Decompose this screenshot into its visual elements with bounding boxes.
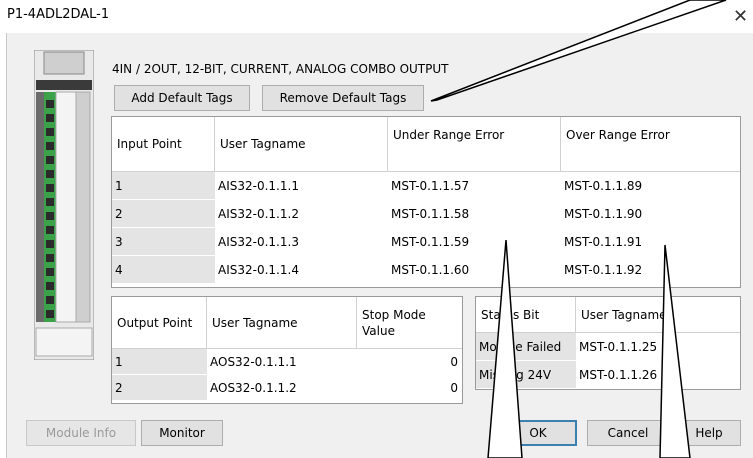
callout-overlay bbox=[430, 0, 727, 458]
callout-pointer-top bbox=[430, 0, 727, 102]
callout-pointer-bottom-right bbox=[659, 244, 691, 458]
callout-pointer-bottom-left bbox=[487, 239, 523, 458]
